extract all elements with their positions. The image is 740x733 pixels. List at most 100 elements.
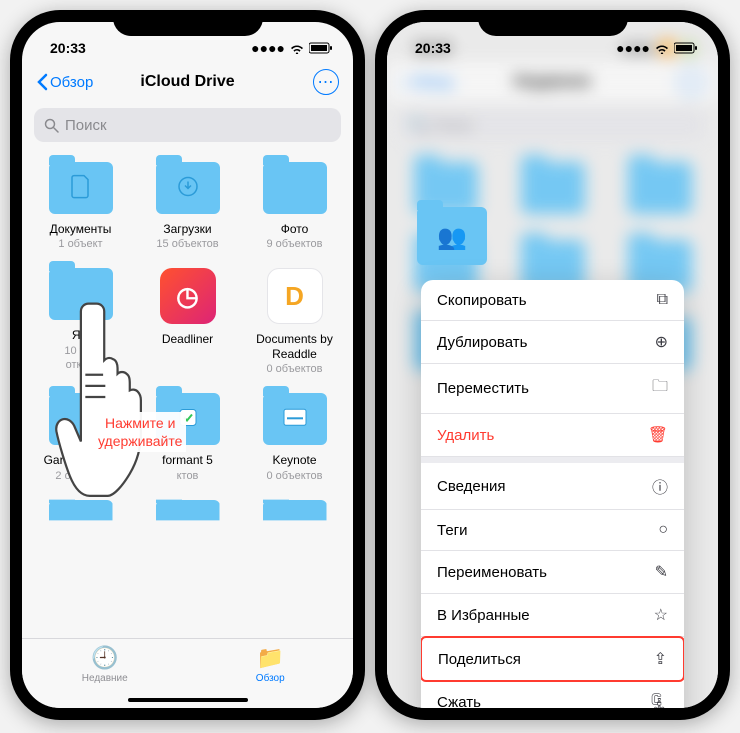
notch	[113, 10, 263, 36]
wifi-icon	[654, 42, 670, 54]
dup-icon: ⊕	[655, 332, 668, 352]
item-name: Документы	[50, 222, 112, 236]
wifi-icon	[289, 42, 305, 54]
nav-title: iCloud Drive	[140, 73, 234, 91]
back-label: Обзор	[50, 74, 93, 91]
folder-item-partial[interactable]	[28, 496, 133, 570]
menu-item-folder[interactable]: Переместить 🗀	[421, 364, 684, 414]
clock-icon: 🕘	[91, 645, 118, 671]
status-time: 20:33	[50, 40, 86, 56]
item-meta: 2 объекта	[55, 470, 105, 482]
app-icon: D	[267, 268, 323, 324]
nav-bar: Обзор iCloud Drive ⋯	[22, 62, 353, 102]
menu-item-copy[interactable]: Скопировать ⧉	[421, 280, 684, 321]
folder-icon	[263, 162, 327, 214]
folder-item-partial[interactable]	[242, 496, 347, 570]
search-icon	[44, 118, 59, 133]
menu-item-pencil[interactable]: Переименовать ✎	[421, 551, 684, 594]
menu-item-label: Скопировать	[437, 292, 527, 309]
menu-item-dup[interactable]: Дублировать ⊕	[421, 321, 684, 364]
menu-item-star[interactable]: В Избранные ☆	[421, 594, 684, 637]
item-name: Фото	[281, 222, 309, 236]
archive-icon: 🗜	[648, 692, 668, 708]
home-indicator[interactable]	[128, 698, 248, 702]
status-icons: ●●●●	[251, 40, 333, 56]
folder-icon	[156, 162, 220, 214]
folder-icon	[49, 268, 113, 320]
menu-item-label: Удалить	[437, 427, 494, 444]
screen-right: 20:33●●●● 📶 🔋 ‹ ОбзорНедавние⋯ 🔍 Поиск	[387, 22, 718, 708]
menu-item-info[interactable]: Сведения ⓘ	[421, 463, 684, 510]
item-meta: 9 объектов	[266, 238, 322, 250]
folder-item[interactable]: Я к10 товоткры	[28, 264, 133, 385]
menu-item-label: Сжать	[437, 694, 481, 709]
menu-item-label: Теги	[437, 522, 468, 539]
menu-item-label: Переместить	[437, 380, 529, 397]
menu-item-archive[interactable]: Сжать 🗜	[421, 681, 684, 708]
folder-icon	[263, 500, 327, 552]
search-bar[interactable]: Поиск	[34, 108, 341, 142]
share-icon: ⇪	[654, 649, 667, 669]
star-icon: ☆	[654, 605, 668, 625]
item-meta: 0 объектов	[266, 363, 322, 375]
folder-item[interactable]: ◷Deadliner	[135, 264, 240, 385]
folder-icon	[156, 500, 220, 552]
menu-item-trash[interactable]: Удалить 🗑	[421, 414, 684, 457]
tab-recent[interactable]: 🕘 Недавние	[22, 639, 188, 690]
item-name: Gara для iOS	[44, 453, 118, 467]
ellipsis-icon: ⋯	[318, 72, 335, 92]
battery-icon	[674, 42, 698, 54]
pencil-icon: ✎	[655, 562, 668, 582]
info-icon: ⓘ	[652, 474, 668, 498]
folder-item[interactable]: Документы 1 объект	[28, 158, 133, 260]
screen-left: 20:33 ●●●● Обзор iCloud Drive ⋯ Поиск До…	[22, 22, 353, 708]
signal-icon: ●●●●	[616, 40, 650, 56]
search-placeholder: Поиск	[65, 117, 107, 134]
folder-icon	[263, 393, 327, 445]
copy-icon: ⧉	[657, 291, 668, 309]
signal-icon: ●●●●	[251, 40, 285, 56]
file-grid[interactable]: Документы 1 объект Загрузки 15 объектов Фото…	[22, 148, 353, 688]
item-name: Загрузки	[163, 222, 211, 236]
menu-item-label: Переименовать	[437, 564, 547, 581]
more-button[interactable]: ⋯	[313, 69, 339, 95]
folder-glyph-icon	[70, 174, 92, 206]
back-button[interactable]: Обзор	[36, 73, 93, 91]
item-meta: 15 объектов	[156, 238, 218, 250]
people-icon: 👥	[437, 223, 467, 252]
item-name: Keynote	[272, 453, 316, 467]
notch	[478, 10, 628, 36]
folder-icon	[49, 162, 113, 214]
menu-item-label: Сведения	[437, 478, 506, 495]
tab-browse-label: Обзор	[256, 673, 285, 684]
folder-icon	[49, 500, 113, 552]
status-icons: ●●●●	[616, 40, 698, 56]
tab-browse[interactable]: 📁 Обзор	[188, 639, 354, 690]
item-name: formant 5	[162, 453, 213, 467]
item-name: Documents by Readdle	[247, 332, 343, 361]
trash-icon: 🗑	[648, 425, 668, 445]
item-name: Deadliner	[162, 332, 213, 346]
tab-recent-label: Недавние	[82, 673, 128, 684]
phone-left: 20:33 ●●●● Обзор iCloud Drive ⋯ Поиск До…	[10, 10, 365, 720]
item-meta: 10 тов	[64, 345, 96, 357]
menu-item-label: Дублировать	[437, 334, 527, 351]
menu-item-share[interactable]: Поделиться ⇪	[421, 636, 684, 682]
status-time: 20:33	[415, 40, 451, 56]
tag-icon: ○	[658, 521, 668, 539]
phone-right: 20:33●●●● 📶 🔋 ‹ ОбзорНедавние⋯ 🔍 Поиск	[375, 10, 730, 720]
folder-icon: 🗀	[652, 375, 668, 402]
menu-item-label: Поделиться	[438, 651, 521, 668]
folder-item[interactable]: Фото 9 объектов	[242, 158, 347, 260]
folder-item-partial[interactable]	[135, 496, 240, 570]
folder-item[interactable]: D Documents by Readdle 0 объектов	[242, 264, 347, 385]
item-meta: 1 объект	[58, 238, 102, 250]
folder-glyph-icon	[282, 407, 308, 433]
battery-icon	[309, 42, 333, 54]
item-meta: 0 объектов	[266, 470, 322, 482]
selected-folder-preview[interactable]: 👥	[417, 207, 487, 273]
folder-item[interactable]: Загрузки 15 объектов	[135, 158, 240, 260]
folder-item[interactable]: Keynote 0 объектов	[242, 389, 347, 491]
menu-item-label: В Избранные	[437, 607, 530, 624]
menu-item-tag[interactable]: Теги ○	[421, 510, 684, 551]
